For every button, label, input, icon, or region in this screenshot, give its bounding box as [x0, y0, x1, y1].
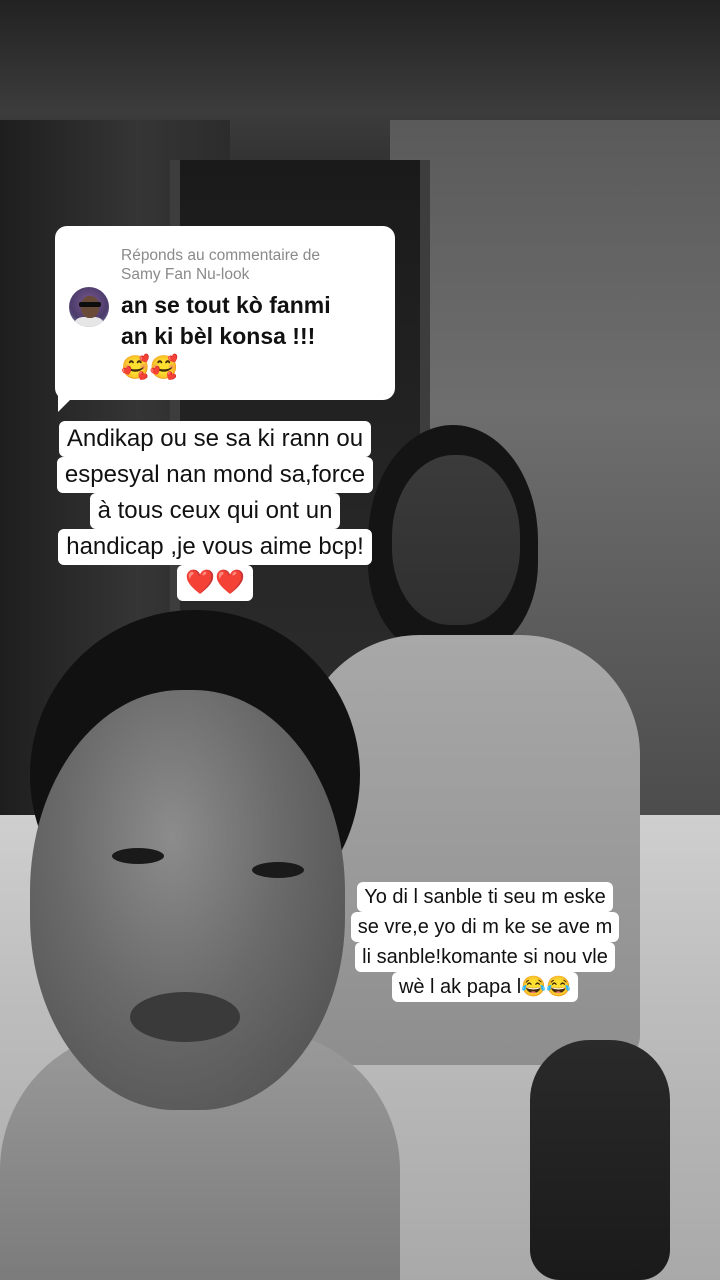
caption-line: Andikap ou se sa ki rann ou: [58, 421, 372, 457]
reply-comment-sticker[interactable]: Réponds au commentaire de Samy Fan Nu-lo…: [55, 226, 395, 400]
reply-comment-text: an se tout kò fanmi an ki bèl konsa !!! …: [121, 290, 375, 383]
caption-emoji: ❤️❤️: [177, 565, 253, 601]
caption-line: à tous ceux qui ont un: [89, 493, 341, 529]
woman-right-eye: [252, 862, 304, 878]
caption-line: Yo di l sanble ti seu m eske: [357, 882, 613, 912]
avatar-face: [81, 296, 99, 318]
avatar-sunglasses: [79, 302, 101, 307]
caption-line: li sanble!komante si nou vle: [355, 942, 615, 972]
woman-face: [30, 690, 345, 1110]
caption-bottom: Yo di l sanble ti seu m eske se vre,e yo…: [330, 882, 640, 1002]
reply-header: Réponds au commentaire de Samy Fan Nu-lo…: [121, 246, 375, 284]
reply-card-tail: [58, 396, 74, 412]
commenter-name: Samy Fan Nu-look: [121, 266, 250, 283]
avatar-shirt: [73, 317, 105, 327]
caption-line: wè l ak papa l😂😂: [391, 972, 579, 1002]
girl-hand: [530, 1040, 670, 1280]
comment-line: an ki bèl konsa !!!: [121, 323, 316, 349]
caption-top: Andikap ou se sa ki rann ou espesyal nan…: [34, 421, 396, 601]
video-frame[interactable]: Réponds au commentaire de Samy Fan Nu-lo…: [0, 0, 720, 1280]
caption-line: se vre,e yo di m ke se ave m: [350, 912, 620, 942]
reply-header-line: Réponds au commentaire de: [121, 247, 321, 264]
woman-left-eye: [112, 848, 164, 864]
girl-face: [392, 455, 520, 625]
comment-line: an se tout kò fanmi: [121, 292, 331, 318]
caption-line: handicap ,je vous aime bcp!: [58, 529, 372, 565]
caption-line: espesyal nan mond sa,force: [56, 457, 374, 493]
comment-emoji: 🥰🥰: [121, 354, 179, 380]
commenter-avatar: [69, 287, 109, 327]
woman-lips: [130, 992, 240, 1042]
